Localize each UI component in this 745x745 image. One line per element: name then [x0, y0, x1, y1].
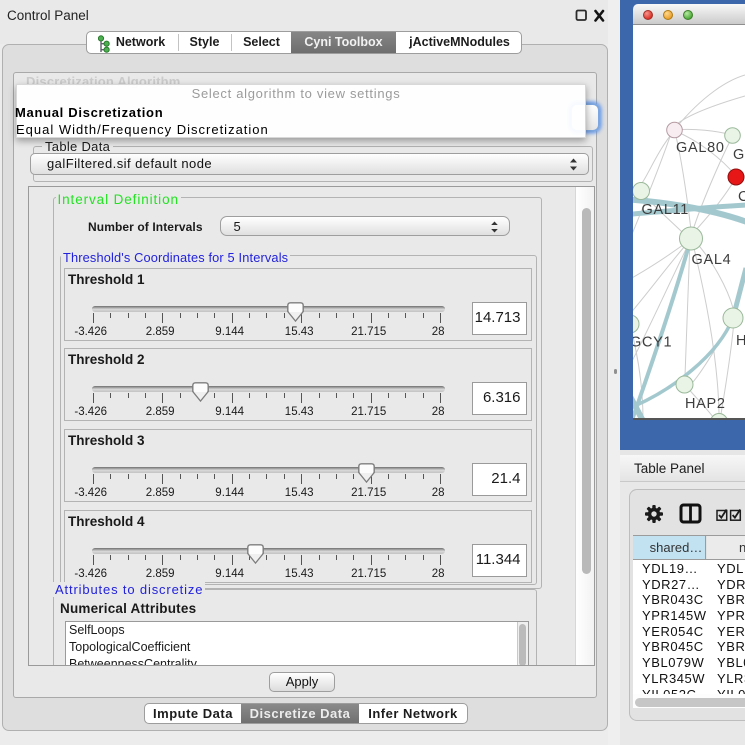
svg-text:HAP2: HAP2 — [685, 396, 726, 412]
svg-text:HI: HI — [736, 333, 745, 349]
svg-text:GAL3: GAL3 — [733, 147, 745, 163]
svg-text:GAL4: GAL4 — [692, 252, 732, 268]
svg-text:CY: CY — [738, 189, 745, 205]
svg-text:GCY1: GCY1 — [633, 335, 672, 351]
svg-text:GAL11: GAL11 — [642, 202, 690, 218]
svg-text:GAL80: GAL80 — [676, 140, 725, 156]
